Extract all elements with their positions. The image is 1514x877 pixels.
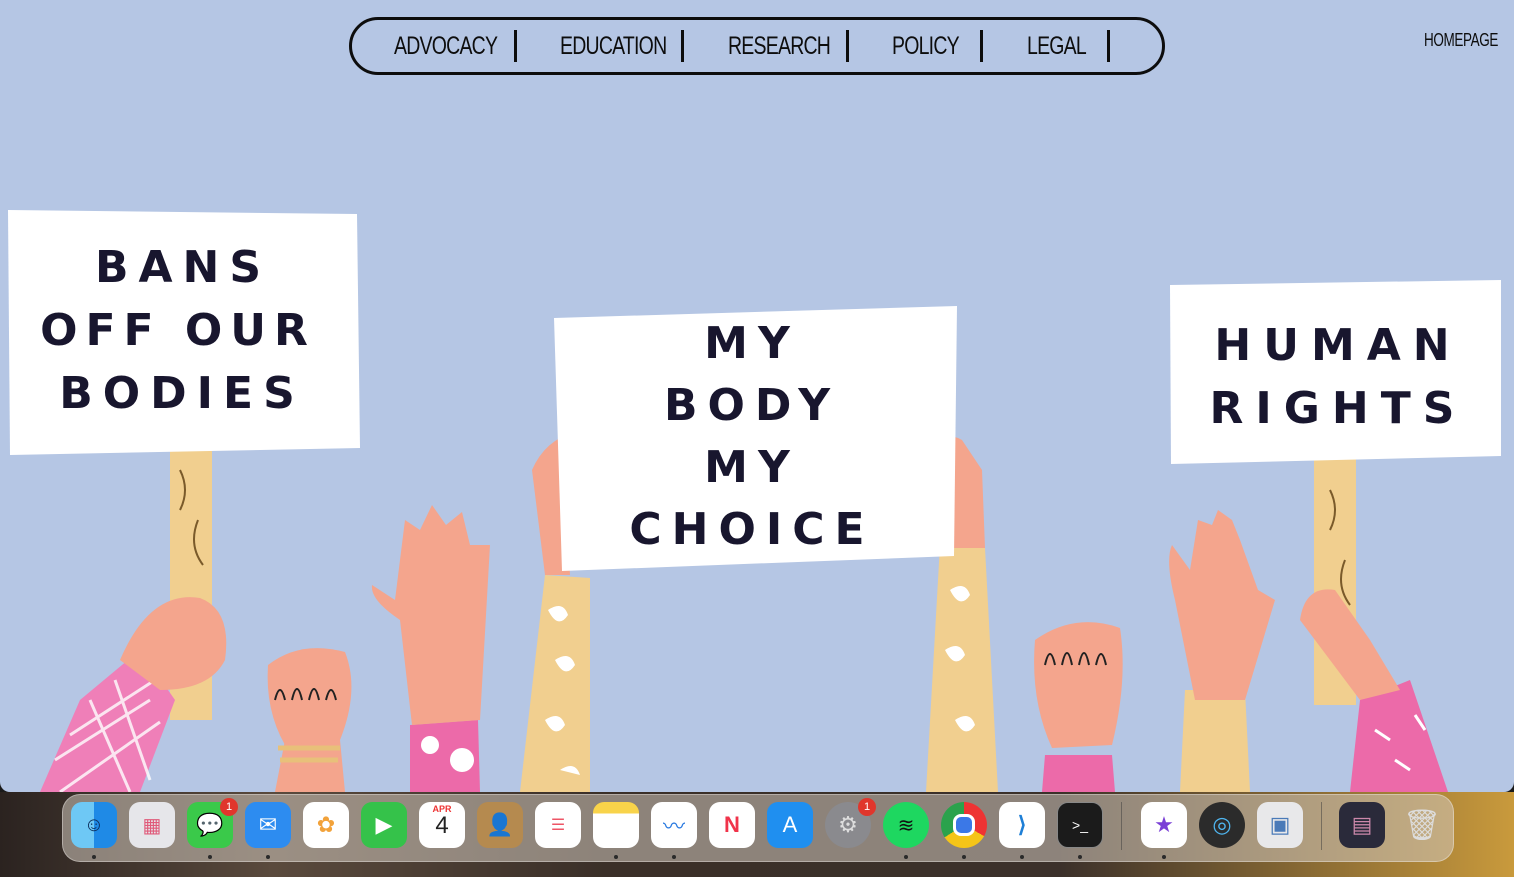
app-store-icon[interactable]: A [767,802,813,848]
nav-policy[interactable]: POLICY [892,32,960,61]
running-indicator [1078,855,1082,859]
calendar-day: 4 [435,812,449,839]
recent-window-thumbnail-icon[interactable]: ▤ [1339,802,1385,848]
dock-divider [1121,802,1122,850]
nav-research[interactable]: RESEARCH [728,32,831,61]
freeform-icon[interactable]: 〰 [651,802,697,848]
running-indicator [1020,855,1024,859]
finder-icon[interactable]: ☺ [71,802,117,848]
sign-center-line-4: CHOICE [629,504,874,555]
preview-icon[interactable]: ▣ [1257,802,1303,848]
launchpad-icon[interactable]: ▦ [129,802,175,848]
raised-hand-right [1169,510,1275,700]
sign-center-line-2: BODY [664,380,840,431]
terminal-icon[interactable]: >_ [1057,802,1103,848]
running-indicator [962,855,966,859]
spotify-icon[interactable]: ≋ [883,802,929,848]
dock-divider [1321,802,1322,850]
sign-left-line-2: OFF OUR [40,305,316,356]
running-indicator [614,855,618,859]
nav-separator [1107,30,1110,62]
fist-right [1034,622,1123,748]
running-indicator [92,855,96,859]
sign-right-line-1: HUMAN [1214,320,1461,371]
raised-hand-left [371,505,490,725]
center-right-sleeve [926,545,998,792]
vscode-icon[interactable]: ⟩ [999,802,1045,848]
reminders-icon[interactable]: ☰ [535,802,581,848]
running-indicator [266,855,270,859]
homepage-link[interactable]: HOMEPAGE [1424,30,1498,51]
photos-icon[interactable]: ✿ [303,802,349,848]
nav-advocacy[interactable]: ADVOCACY [394,32,498,61]
news-icon[interactable]: N [709,802,755,848]
chrome-icon[interactable] [941,802,987,848]
protest-illustration: BANS OFF OUR BODIES MY BODY MY CHOICE HU… [8,210,1501,792]
sign-left-line-1: BANS [95,242,271,293]
sign-human-rights [1170,280,1501,464]
sign-center-line-3: MY [704,442,800,493]
running-indicator [904,855,908,859]
sign-center-line-1: MY [704,318,800,369]
sign-right-line-2: RIGHTS [1210,383,1467,434]
messages-badge: 1 [220,798,238,816]
running-indicator [672,855,676,859]
quicktime-icon[interactable]: ◎ [1199,802,1245,848]
settings-badge: 1 [858,798,876,816]
nav-legal[interactable]: LEGAL [1027,32,1087,61]
sign-left-line-3: BODIES [59,368,305,419]
trash-icon[interactable]: 🗑 [1399,802,1445,848]
imovie-icon[interactable]: ★ [1141,802,1187,848]
running-indicator [208,855,212,859]
yellow-sleeve-right [1180,690,1250,792]
mail-icon[interactable]: ✉ [245,802,291,848]
nav-education[interactable]: EDUCATION [560,32,667,61]
running-indicator [1162,855,1166,859]
webpage: BANS OFF OUR BODIES MY BODY MY CHOICE HU… [0,0,1514,792]
contacts-icon[interactable]: 👤 [477,802,523,848]
facetime-icon[interactable]: ▶ [361,802,407,848]
notes-icon[interactable] [593,802,639,848]
calendar-icon[interactable]: APR 4 [419,802,465,848]
main-navigation: ADVOCACY EDUCATION RESEARCH POLICY LEGAL [349,17,1165,75]
